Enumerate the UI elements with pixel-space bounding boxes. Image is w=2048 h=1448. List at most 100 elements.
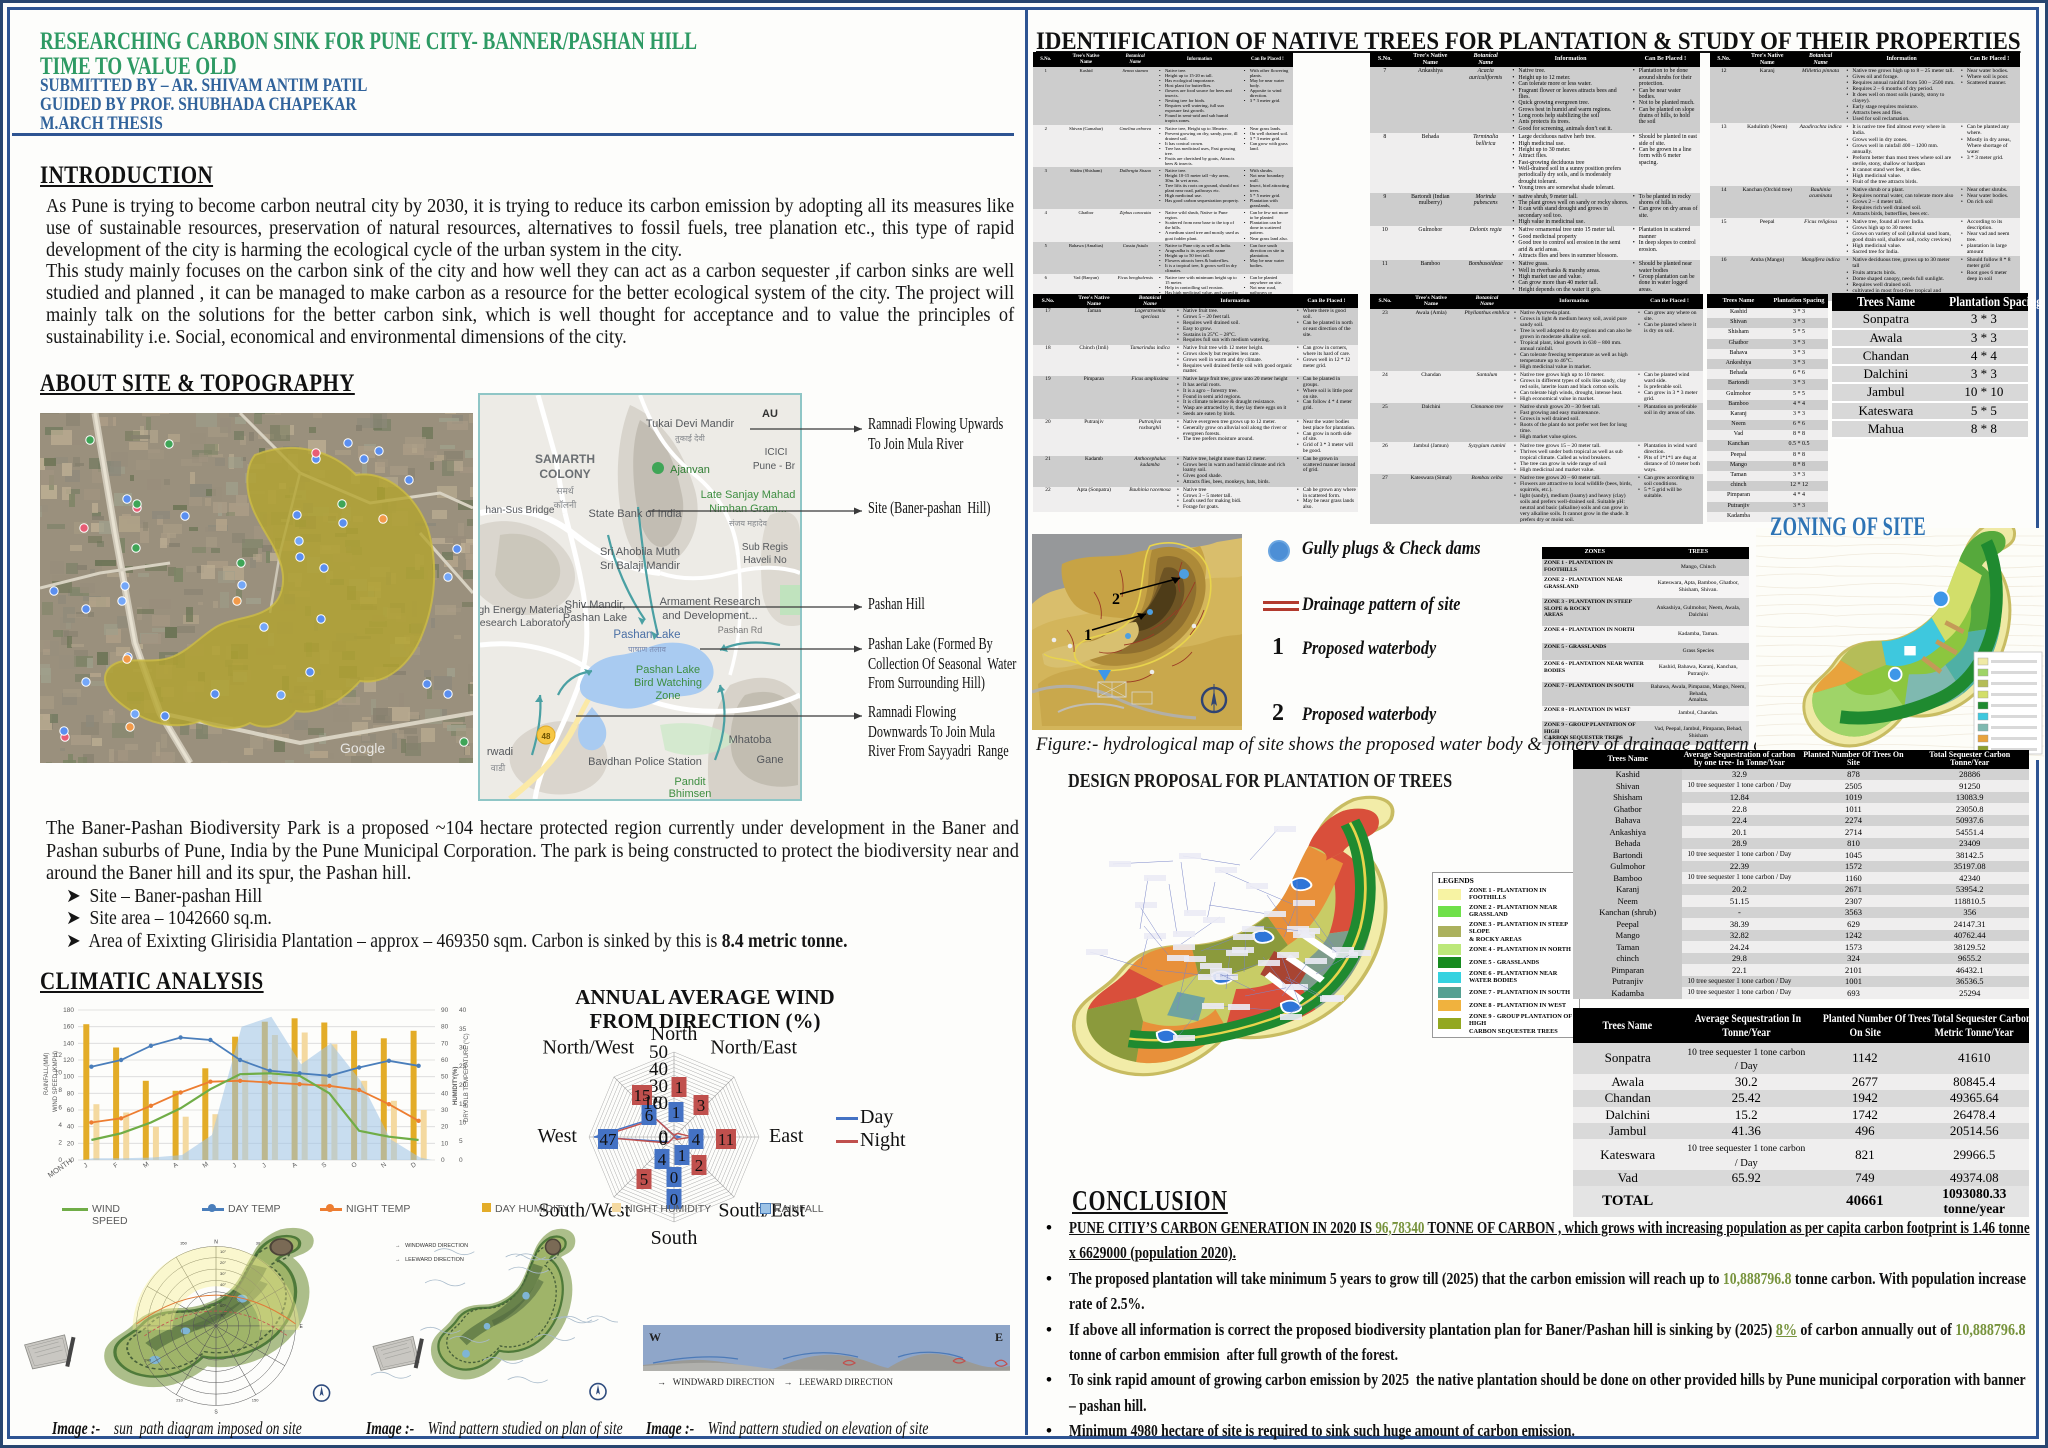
svg-text:70°: 70° [220,1312,226,1317]
svg-text:M: M [202,1161,210,1170]
svg-text:Google: Google [340,740,385,756]
svg-text:60: 60 [441,1057,449,1064]
svg-text:Late Sanjay Mahad: Late Sanjay Mahad [701,489,796,501]
svg-text:ICICI: ICICI [765,447,788,458]
svg-text:WIND SPEED (KMPH): WIND SPEED (KMPH) [53,1051,59,1112]
svg-text:350: 350 [180,1240,187,1245]
svg-text:संजय महादेव: संजय महादेव [729,518,768,528]
svg-text:0: 0 [659,1129,669,1150]
svg-text:30: 30 [441,1107,449,1114]
svg-text:Pashan Lake: Pashan Lake [613,629,680,641]
svg-text:Pashan Lake: Pashan Lake [563,612,627,624]
svg-text:N: N [380,1161,388,1170]
svg-text:35: 35 [459,1026,467,1033]
svg-text:and Development...: and Development... [662,610,757,622]
svg-text:Sri Ahobila Muth: Sri Ahobila Muth [600,546,680,558]
svg-text:160: 160 [63,1024,74,1031]
svg-text:HUMIDITY(%): HUMIDITY(%) [453,1067,459,1105]
svg-text:→ LEEWARD DIRECTION: → LEEWARD DIRECTION [395,1257,464,1263]
svg-text:140: 140 [63,1040,74,1047]
svg-text:North/West: North/West [542,1036,634,1058]
svg-text:समर्थ: समर्थ [556,485,574,496]
svg-text:1: 1 [678,1146,687,1165]
svg-text:कॉलनी: कॉलनी [554,499,577,510]
svg-text:E: E [995,1330,1003,1344]
svg-text:O: O [350,1161,358,1170]
svg-text:han-Sus Bridge: han-Sus Bridge [486,505,555,516]
svg-text:Sub Regis: Sub Regis [742,542,788,553]
svg-text:A: A [172,1161,180,1170]
svg-text:0: 0 [459,1157,463,1164]
svg-text:Zone: Zone [655,690,680,702]
svg-text:210: 210 [176,1398,183,1403]
svg-text:20°: 20° [220,1260,226,1265]
svg-text:10: 10 [441,1140,449,1147]
svg-text:W: W [649,1330,661,1344]
svg-text:Pashan Lake: Pashan Lake [636,664,700,676]
svg-text:D: D [410,1161,418,1170]
svg-text:48: 48 [542,732,551,741]
svg-text:20: 20 [67,1140,75,1147]
svg-text:40: 40 [459,1007,467,1014]
svg-text:5: 5 [640,1170,649,1189]
svg-text:120: 120 [63,1057,74,1064]
svg-text:10°: 10° [220,1249,226,1254]
svg-text:2: 2 [1112,591,1120,608]
svg-text:5: 5 [459,1138,463,1145]
svg-text:gh Energy Materials: gh Energy Materials [478,604,571,616]
svg-text:COLONY: COLONY [539,467,590,481]
svg-text:70: 70 [441,1040,449,1047]
svg-text:2: 2 [58,1140,62,1147]
svg-text:50°: 50° [220,1293,226,1298]
svg-text:AU: AU [762,408,778,420]
svg-text:S: S [214,1409,218,1415]
svg-text:J: J [83,1162,90,1170]
svg-text:40: 40 [67,1124,75,1131]
svg-text:Mhatoba: Mhatoba [729,734,773,746]
svg-text:80: 80 [441,1024,449,1031]
svg-text:West: West [538,1125,578,1147]
svg-text:Pandit: Pandit [674,776,705,788]
svg-text:Ajanvan: Ajanvan [670,464,710,476]
svg-text:1: 1 [672,1103,681,1122]
svg-text:0: 0 [670,1168,679,1187]
svg-text:esearch Laboratory: esearch Laboratory [480,617,571,629]
svg-text:Sri Balaji Mandir: Sri Balaji Mandir [600,560,680,572]
svg-text:RAINFALL(MM): RAINFALL(MM) [44,1053,50,1095]
svg-text:80: 80 [67,1090,75,1097]
svg-text:30: 30 [256,1240,261,1245]
svg-text:240: 240 [144,1358,151,1363]
svg-text:North/East: North/East [710,1036,797,1058]
svg-text:DRY BULB TEMPERATURE (°C): DRY BULB TEMPERATURE (°C) [464,1033,470,1122]
svg-text:N: N [214,1239,218,1245]
svg-text:60: 60 [67,1107,75,1114]
svg-text:East: East [769,1125,804,1147]
svg-text:Bavdhan Police Station: Bavdhan Police Station [588,756,702,768]
svg-text:S: S [321,1161,329,1170]
svg-text:rwadi: rwadi [487,746,513,758]
svg-text:150: 150 [252,1398,259,1403]
svg-text:4: 4 [692,1130,701,1149]
svg-text:→ WINDWARD DIRECTION →: → WINDWARD DIRECTION → LEEWARD DIRECTION [657,1377,893,1387]
svg-text:3: 3 [697,1096,706,1115]
svg-text:30°: 30° [220,1271,226,1276]
svg-text:60°: 60° [220,1303,226,1308]
svg-text:Bird Watching: Bird Watching [634,677,702,689]
svg-text:Gane: Gane [757,754,784,766]
svg-text:40°: 40° [220,1282,226,1287]
svg-text:50: 50 [441,1074,449,1081]
svg-text:11: 11 [718,1130,734,1149]
svg-text:1: 1 [1084,627,1092,644]
svg-text:Tukai Devi Mandir: Tukai Devi Mandir [646,418,735,430]
svg-text:M: M [142,1161,150,1170]
svg-text:→ WINDWARD DIRECTION: → WINDWARD DIRECTION [395,1243,468,1249]
svg-text:47: 47 [600,1130,618,1149]
svg-text:E: E [300,1324,304,1330]
svg-text:A: A [291,1161,299,1170]
svg-text:2: 2 [695,1156,704,1175]
svg-text:20: 20 [441,1124,449,1131]
svg-text:4: 4 [658,1150,667,1169]
svg-text:180: 180 [63,1007,74,1014]
svg-text:0: 0 [441,1157,445,1164]
svg-text:वाडी: वाडी [491,762,506,773]
